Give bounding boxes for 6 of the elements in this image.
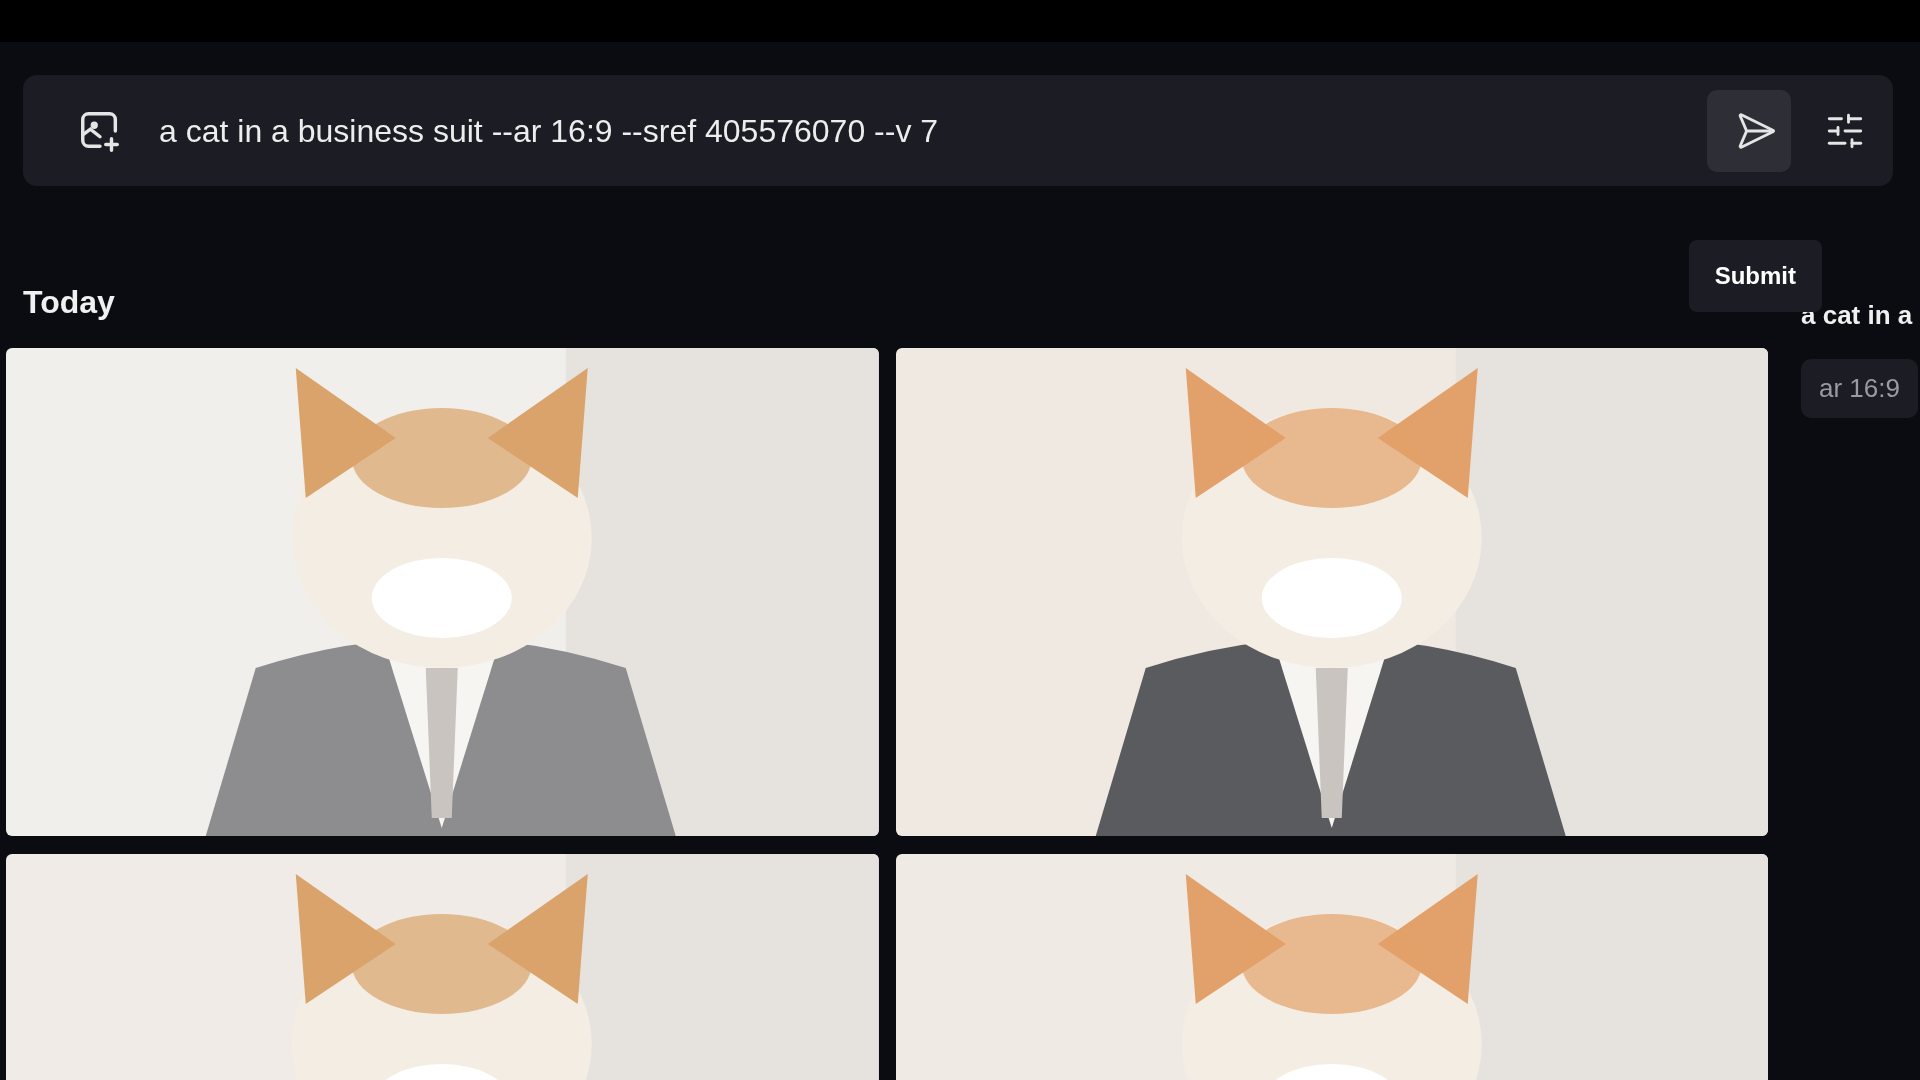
prompt-bar[interactable]: a cat in a business suit --ar 16:9 --sref 405576070 --v 7 bbox=[23, 75, 1893, 186]
prompt-input[interactable]: a cat in a business suit --ar 16:9 --sref 405576070 --v 7 bbox=[159, 106, 1707, 155]
section-title: Today bbox=[23, 283, 116, 322]
tooltip: Submit bbox=[1688, 240, 1822, 312]
submit-button[interactable] bbox=[1707, 89, 1791, 172]
parameter-chip[interactable]: ar 16:9 bbox=[1801, 359, 1918, 418]
